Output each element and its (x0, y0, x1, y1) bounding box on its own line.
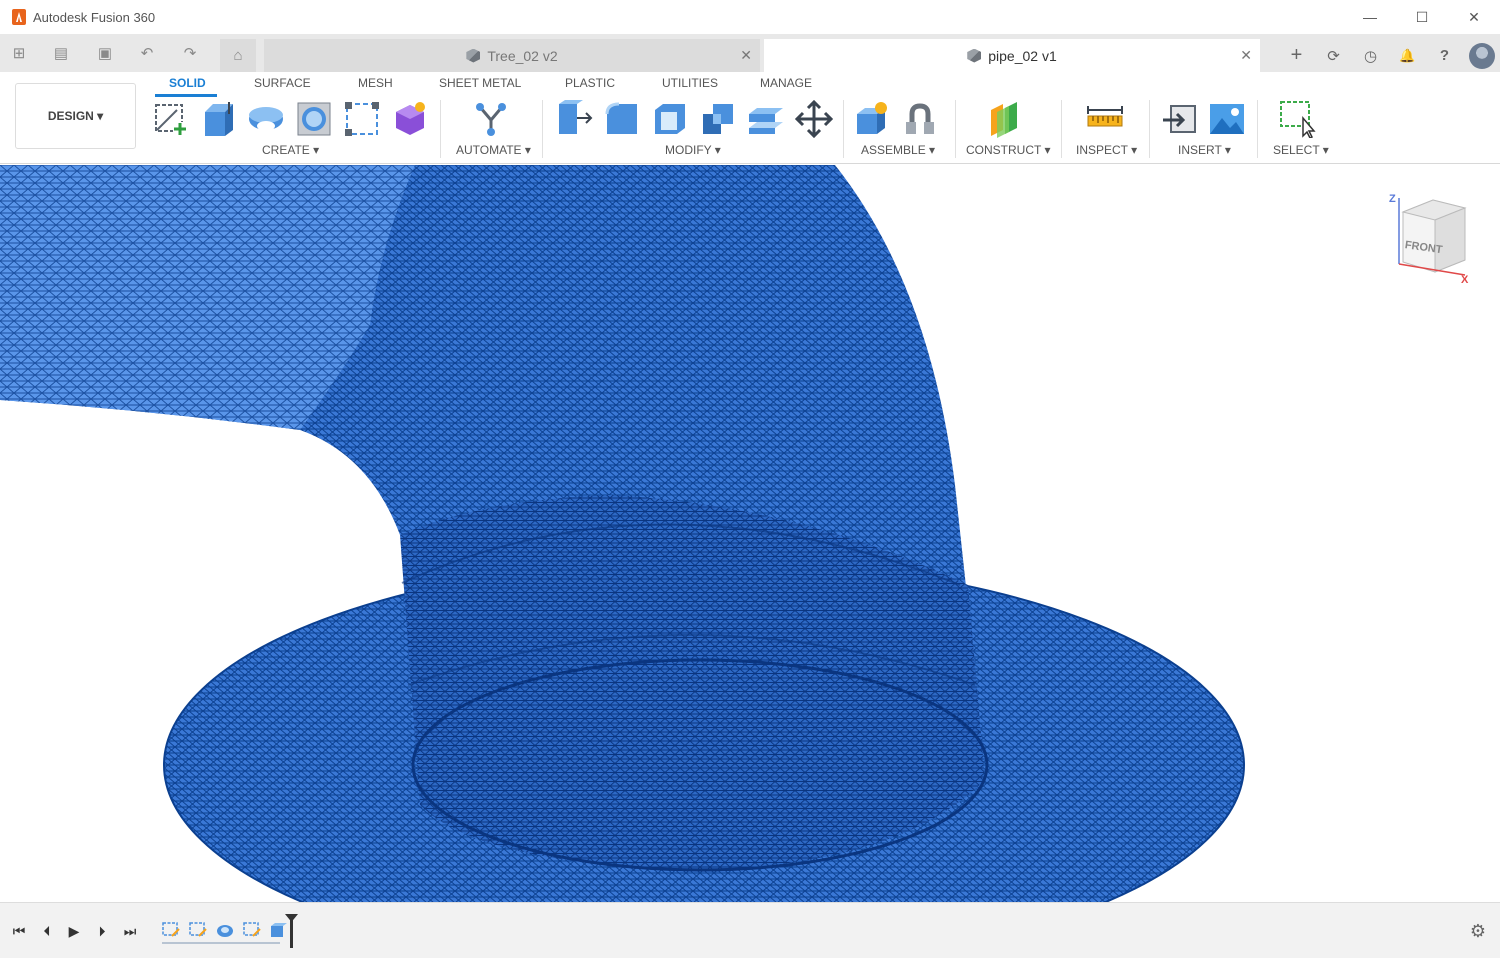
title-bar: Autodesk Fusion 360 — ☐ ✕ (0, 0, 1500, 34)
form-icon[interactable] (391, 100, 429, 138)
toolbar-separator (542, 100, 543, 158)
extrude-icon[interactable] (199, 100, 237, 138)
timeline-last-button[interactable]: ⏭ (120, 921, 140, 941)
revolve-icon[interactable] (247, 100, 285, 138)
job-status-icon[interactable]: ◷ (1352, 39, 1389, 72)
online-status-icon[interactable]: ⟳ (1315, 39, 1352, 72)
home-icon[interactable]: ⌂ (220, 39, 256, 72)
close-button[interactable]: ✕ (1448, 0, 1500, 34)
toolbar-separator (1061, 100, 1062, 158)
move-icon[interactable] (795, 100, 833, 138)
timeline-sketch-icon[interactable] (243, 922, 261, 938)
assemble-group-label[interactable]: ASSEMBLE ▾ (861, 143, 935, 157)
redo-icon[interactable]: ↷ (173, 43, 207, 63)
undo-icon[interactable]: ↶ (130, 43, 164, 63)
minimize-button[interactable]: — (1344, 0, 1396, 34)
axis-x-label: X (1461, 274, 1469, 285)
timeline-play-button[interactable]: ▶ (64, 921, 84, 941)
timeline-bar: ⏮ ⏴ ▶ ⏵ ⏭ ⚙ (0, 902, 1500, 958)
timeline-extrude-icon[interactable] (270, 922, 288, 938)
tab-close-icon[interactable]: ✕ (1240, 47, 1252, 64)
automate-icon[interactable] (472, 100, 510, 138)
timeline-sweep-icon[interactable] (216, 922, 234, 938)
timeline-sketch-icon[interactable] (162, 922, 180, 938)
toolbar-separator (955, 100, 956, 158)
header-right-icons: + ⟳ ◷ 🔔 ? (1278, 39, 1500, 72)
construct-group-label[interactable]: CONSTRUCT ▾ (966, 143, 1050, 157)
create-group-label[interactable]: CREATE ▾ (262, 143, 319, 157)
tab-label: pipe_02 v1 (988, 47, 1057, 64)
tab-surface[interactable]: SURFACE (254, 76, 311, 90)
component-cube-icon (466, 48, 481, 63)
user-profile[interactable] (1463, 39, 1500, 72)
tab-label: Tree_02 v2 (487, 47, 558, 64)
insert-canvas-icon[interactable] (1208, 100, 1246, 138)
axis-z-label: Z (1389, 193, 1396, 205)
toolbar-separator (440, 100, 441, 158)
window-controls: — ☐ ✕ (1344, 0, 1500, 34)
fusion-logo-icon (12, 9, 26, 25)
new-component-icon[interactable] (853, 100, 891, 138)
timeline-sketch-icon[interactable] (189, 922, 207, 938)
help-icon[interactable]: ? (1426, 39, 1463, 72)
document-tab-bar: ⊞ ▤ ▣ ↶ ↷ ⌂ Tree_02 v2 ✕ pipe_02 v1 ✕ + … (0, 34, 1500, 72)
pipe-mesh-model[interactable] (0, 165, 1500, 902)
tab-plastic[interactable]: PLASTIC (565, 76, 615, 90)
select-group-label[interactable]: SELECT ▾ (1273, 143, 1329, 157)
file-menu-icon[interactable]: ▤ (44, 43, 78, 63)
timeline-next-button[interactable]: ⏵ (92, 921, 112, 941)
app-title: Autodesk Fusion 360 (33, 9, 156, 25)
toolbar-separator (843, 100, 844, 158)
timeline-settings-gear-icon[interactable]: ⚙ (1470, 921, 1486, 942)
component-cube-icon (967, 48, 982, 63)
toolbar-separator (1257, 100, 1258, 158)
offset-plane-icon[interactable] (987, 100, 1025, 138)
timeline-track (162, 942, 280, 944)
shell-icon[interactable] (651, 100, 689, 138)
tab-pipe-02[interactable]: pipe_02 v1 ✕ (764, 39, 1260, 72)
tab-mesh[interactable]: MESH (358, 76, 393, 90)
joint-icon[interactable] (902, 100, 940, 138)
tab-utilities[interactable]: UTILITIES (662, 76, 718, 90)
notifications-bell-icon[interactable]: 🔔 (1389, 39, 1426, 72)
tab-close-icon[interactable]: ✕ (740, 47, 752, 64)
fillet-icon[interactable] (603, 100, 641, 138)
create-sketch-icon[interactable] (151, 100, 189, 138)
select-window-icon[interactable] (1279, 100, 1317, 138)
save-icon[interactable]: ▣ (94, 43, 116, 63)
avatar (1468, 42, 1495, 69)
offset-face-icon[interactable] (747, 100, 785, 138)
insert-group-label[interactable]: INSERT ▾ (1178, 143, 1231, 157)
hole-icon[interactable] (295, 100, 333, 138)
new-tab-icon[interactable]: + (1278, 39, 1315, 72)
press-pull-icon[interactable] (555, 100, 593, 138)
app-grid-icon[interactable]: ⊞ (8, 43, 30, 63)
tab-manage[interactable]: MANAGE (760, 76, 812, 90)
modify-group-label[interactable]: MODIFY ▾ (665, 143, 721, 157)
timeline-previous-button[interactable]: ⏴ (37, 921, 57, 941)
timeline-marker-handle[interactable] (285, 914, 298, 922)
view-cube[interactable]: Z X FRONT (1385, 190, 1475, 285)
tab-tree-02[interactable]: Tree_02 v2 ✕ (264, 39, 760, 72)
measure-icon[interactable] (1086, 100, 1124, 138)
maximize-button[interactable]: ☐ (1396, 0, 1448, 34)
insert-derive-icon[interactable] (1161, 100, 1199, 138)
ribbon-toolbar: DESIGN ▾ SOLID SURFACE MESH SHEET METAL … (0, 72, 1500, 164)
active-tab-indicator (155, 94, 217, 97)
tab-sheet-metal[interactable]: SHEET METAL (439, 76, 521, 90)
automate-group-label[interactable]: AUTOMATE ▾ (456, 143, 531, 157)
toolbar-separator (1149, 100, 1150, 158)
combine-icon[interactable] (699, 100, 737, 138)
3d-viewport[interactable]: Z X FRONT (0, 165, 1500, 902)
tab-solid[interactable]: SOLID (169, 76, 206, 90)
inspect-group-label[interactable]: INSPECT ▾ (1076, 143, 1137, 157)
timeline-first-button[interactable]: ⏮ (9, 921, 29, 941)
pattern-icon[interactable] (343, 100, 381, 138)
workspace-switcher-button[interactable]: DESIGN ▾ (15, 83, 136, 149)
